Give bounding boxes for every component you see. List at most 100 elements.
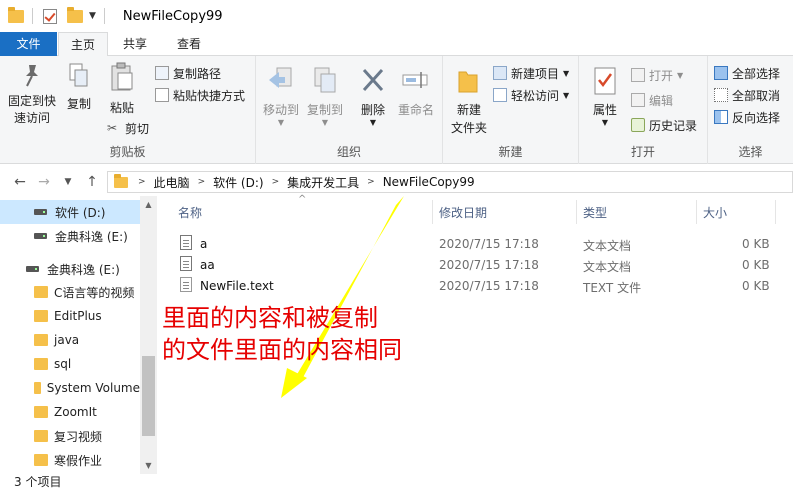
chevron-right-icon[interactable]: > (134, 177, 150, 187)
nav-item-folder[interactable]: EditPlus (0, 304, 140, 328)
select-none-label: 全部取消 (732, 88, 781, 103)
text-file-icon (180, 235, 192, 250)
chevron-right-icon[interactable]: > (194, 177, 210, 187)
organize-group-label: 组织 (336, 145, 361, 159)
column-divider[interactable] (696, 200, 697, 224)
open-button[interactable]: 打开 ▼ (631, 65, 683, 85)
file-row[interactable]: a 2020/7/15 17:18 文本文档 0 KB (176, 234, 776, 255)
chevron-right-icon[interactable]: > (268, 177, 284, 187)
rename-button[interactable]: 重命名 (394, 66, 438, 119)
nav-item-drive-e-root[interactable]: 金典科逸 (E:) (0, 257, 140, 281)
properties-button[interactable]: 属性 ▼ (585, 66, 625, 127)
breadcrumb-this-pc[interactable]: 此电脑 (150, 174, 194, 191)
tab-view[interactable]: 查看 (163, 32, 215, 56)
pin-to-quick-access-button[interactable]: 固定到快速访问 (4, 62, 60, 127)
tab-home[interactable]: 主页 (58, 32, 108, 57)
chevron-right-icon[interactable]: > (363, 177, 379, 187)
clipboard-group: 固定到快速访问 复制 粘贴 复制路径 粘贴快捷方式 ✂ 剪切 剪贴板 (0, 56, 256, 164)
history-button[interactable]: 历史记录 (631, 115, 697, 135)
properties-dropdown-arrow: ▼ (601, 118, 609, 127)
select-none-button[interactable]: 全部取消 (714, 85, 780, 105)
navigation-pane: 软件 (D:) 金典科逸 (E:) 金典科逸 (E:) C语言等的视频 Edit… (0, 196, 158, 474)
breadcrumb-ide-tools[interactable]: 集成开发工具 (283, 174, 363, 191)
column-header-type[interactable]: 类型 (583, 204, 607, 224)
invert-selection-button[interactable]: 反向选择 (714, 107, 780, 127)
easy-access-button[interactable]: 轻松访问 ▼ (493, 85, 569, 105)
nav-item-drive-e[interactable]: 金典科逸 (E:) (0, 224, 140, 248)
tab-file[interactable]: 文件 (0, 32, 57, 56)
paste-shortcut-label: 粘贴快捷方式 (173, 88, 246, 103)
move-to-button[interactable]: 移动到 ▼ (260, 66, 302, 127)
cut-button[interactable]: ✂ 剪切 (107, 118, 149, 138)
column-divider[interactable] (432, 200, 433, 224)
folder-icon (34, 286, 48, 298)
nav-item-folder[interactable]: 复习视频 (0, 424, 140, 448)
scroll-down-icon[interactable]: ▼ (140, 457, 157, 474)
column-header-modified[interactable]: 修改日期 (439, 204, 487, 224)
file-type: 文本文档 (583, 239, 632, 253)
delete-button[interactable]: 删除 ▼ (352, 66, 394, 127)
paste-button[interactable]: 粘贴 (100, 62, 144, 117)
edit-button[interactable]: 编辑 (631, 90, 673, 110)
open-icon (631, 68, 645, 82)
nav-item-folder[interactable]: java (0, 328, 140, 352)
new-folder-icon[interactable] (67, 6, 83, 23)
recent-locations-chevron-down-icon[interactable]: ▼ (58, 172, 78, 192)
copy-icon (69, 63, 88, 87)
history-icon (631, 118, 645, 132)
column-header-size[interactable]: 大小 (703, 204, 727, 224)
new-item-button[interactable]: 新建项目 ▼ (493, 63, 569, 83)
forward-arrow-icon[interactable]: → (34, 172, 54, 192)
file-name: aa (200, 258, 215, 272)
column-divider[interactable] (775, 200, 776, 224)
pin-label: 固定到快速访问 (7, 94, 56, 125)
nav-item-label: 金典科逸 (E:) (47, 262, 120, 277)
scroll-up-icon[interactable]: ▲ (140, 196, 157, 213)
annotation-text: 里面的内容和被复制 的文件里面的内容相同 (162, 302, 402, 366)
folder-icon (34, 430, 48, 442)
folder-icon (34, 358, 48, 370)
paste-shortcut-button[interactable]: 粘贴快捷方式 (155, 85, 245, 105)
invert-selection-icon (714, 110, 728, 124)
paste-shortcut-icon (155, 88, 169, 102)
nav-item-folder[interactable]: C语言等的视频 (0, 280, 140, 304)
new-item-label: 新建项目 (511, 66, 560, 81)
folder-icon (8, 6, 24, 23)
file-name: a (200, 237, 208, 251)
nav-item-drive-d[interactable]: 软件 (D:) (0, 200, 140, 224)
open-label: 打开 (649, 68, 674, 83)
tab-share[interactable]: 共享 (110, 32, 160, 56)
copy-path-button[interactable]: 复制路径 (155, 63, 221, 83)
address-bar[interactable]: > 此电脑 > 软件 (D:) > 集成开发工具 > NewFileCopy99 (107, 171, 793, 193)
properties-check-icon[interactable] (43, 8, 57, 24)
nav-item-folder[interactable]: 寒假作业 (0, 448, 140, 472)
nav-item-folder[interactable]: System Volume (0, 376, 140, 400)
open-group: 属性 ▼ 打开 ▼ 编辑 历史记录 打开 (579, 56, 708, 164)
status-bar: 3 个项目 (0, 474, 793, 490)
copy-button[interactable]: 复制 (60, 62, 98, 113)
file-row[interactable]: aa 2020/7/15 17:18 文本文档 0 KB (176, 255, 776, 276)
back-arrow-icon[interactable]: ← (10, 172, 30, 192)
breadcrumb-drive-d[interactable]: 软件 (D:) (209, 174, 267, 191)
folder-icon (34, 382, 41, 394)
edit-label: 编辑 (649, 93, 674, 108)
nav-scrollbar[interactable]: ▲ ▼ (140, 196, 157, 474)
nav-item-label: ZoomIt (54, 405, 97, 419)
breadcrumb-current-folder[interactable]: NewFileCopy99 (379, 175, 479, 189)
scrollbar-thumb[interactable] (142, 356, 155, 436)
column-divider[interactable] (576, 200, 577, 224)
file-icon (180, 277, 192, 292)
file-row[interactable]: NewFile.text 2020/7/15 17:18 TEXT 文件 0 K… (176, 276, 776, 297)
select-all-button[interactable]: 全部选择 (714, 63, 780, 83)
nav-item-folder[interactable]: sql (0, 352, 140, 376)
select-group-label: 选择 (738, 145, 763, 159)
new-folder-button[interactable]: 新建 文件夹 (447, 66, 491, 137)
new-group: 新建 文件夹 新建项目 ▼ 轻松访问 ▼ 新建 (443, 56, 579, 164)
customize-quick-access-dropdown[interactable]: ▼ (89, 11, 96, 21)
up-arrow-icon[interactable]: ↑ (82, 172, 102, 192)
column-header-name[interactable]: 名称 (178, 204, 202, 224)
delete-dropdown-arrow: ▼ (369, 118, 377, 127)
nav-item-folder[interactable]: ZoomIt (0, 400, 140, 424)
copy-to-button[interactable]: 复制到 ▼ (304, 66, 346, 127)
drive-icon (34, 209, 47, 215)
